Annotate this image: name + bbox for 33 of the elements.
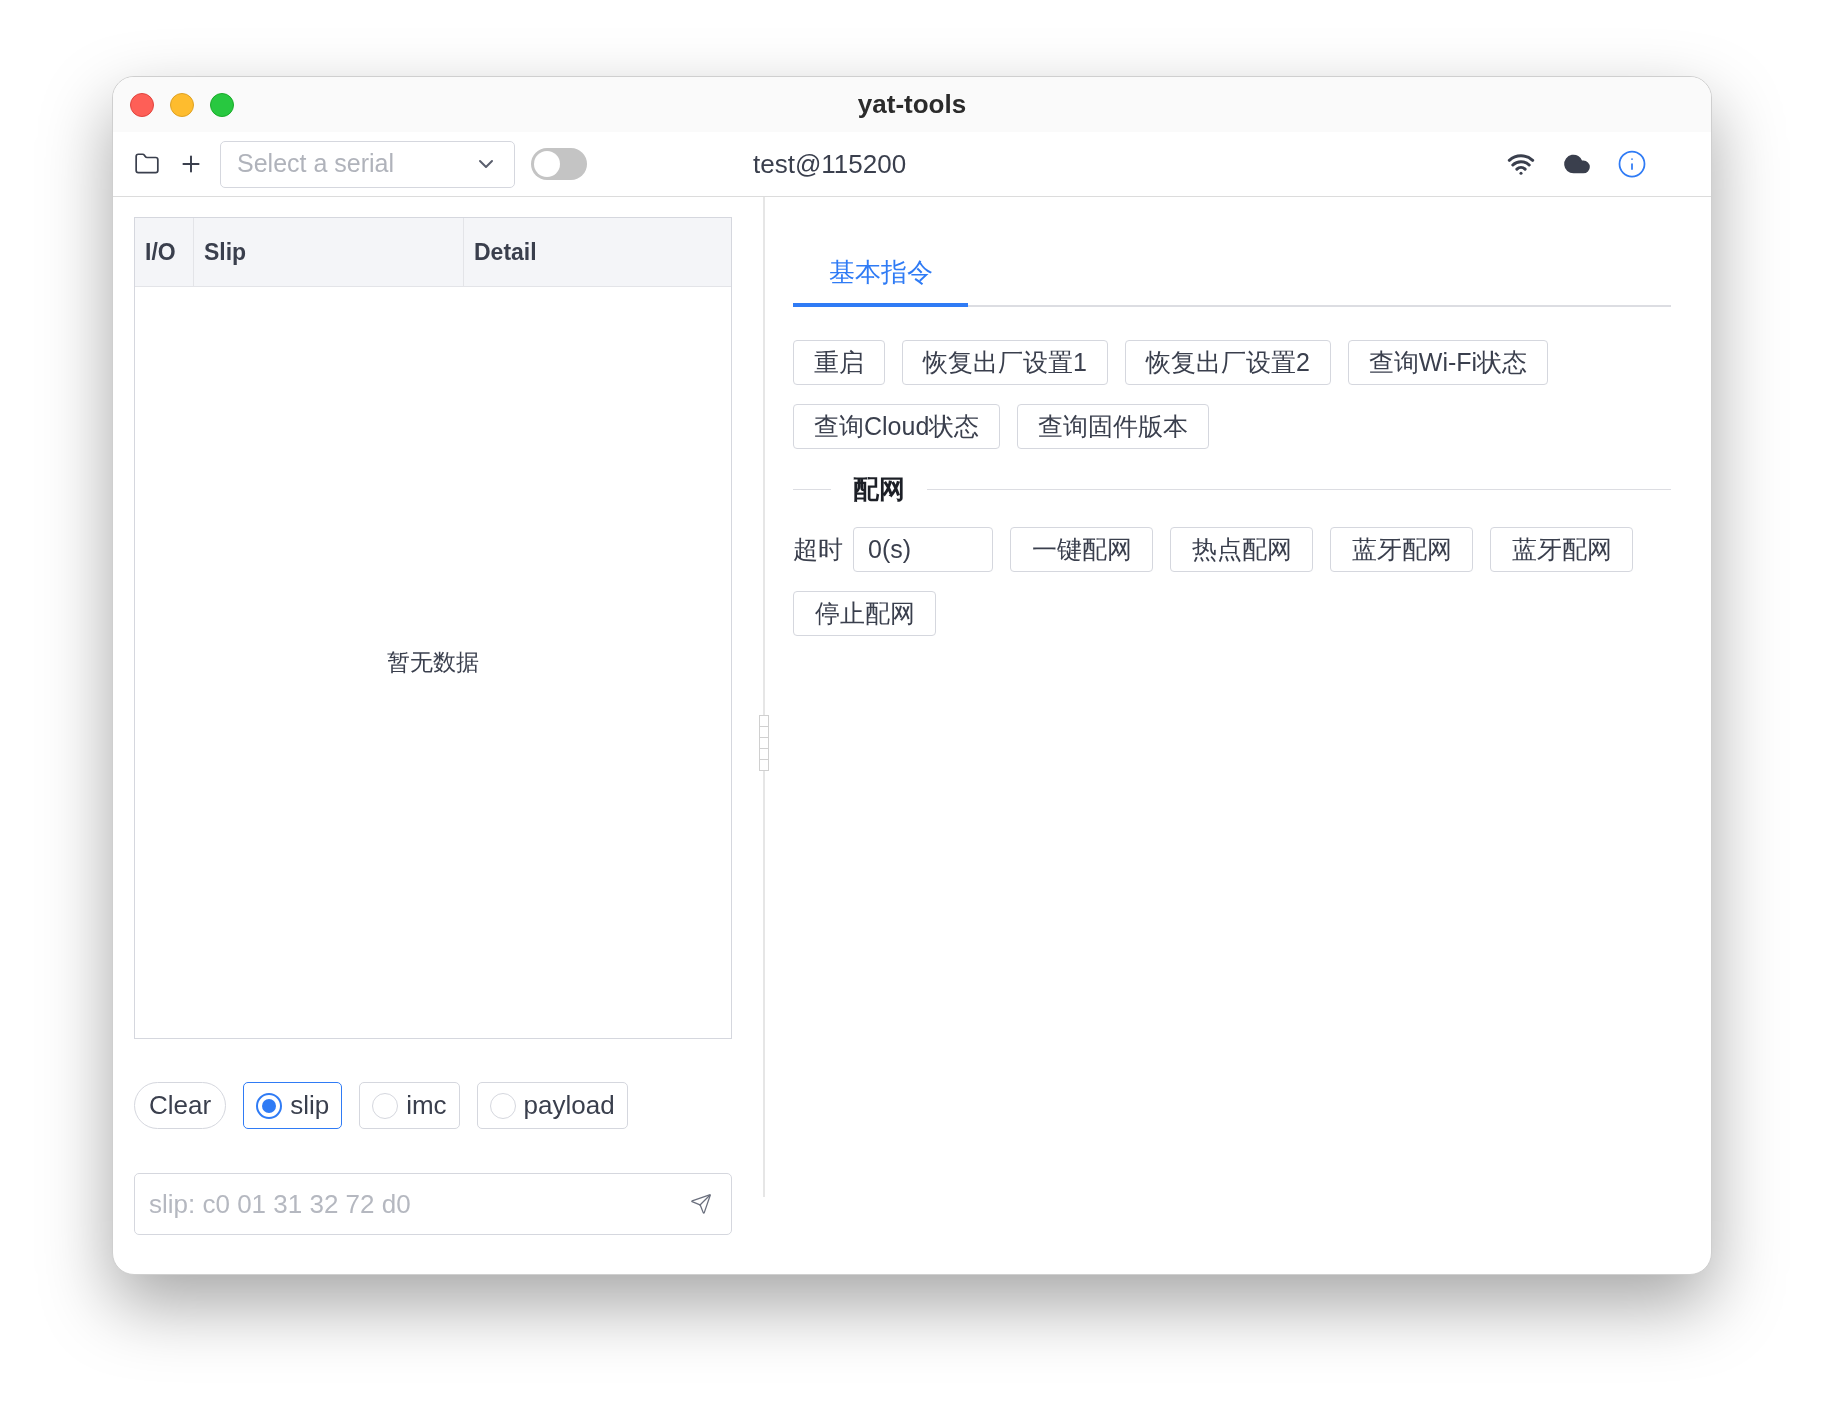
connect-toggle[interactable] <box>531 148 587 180</box>
close-window-button[interactable] <box>130 92 154 117</box>
network-button[interactable]: 一键配网 <box>1010 527 1153 572</box>
column-header: Slip <box>194 218 464 286</box>
window-title: yat-tools <box>857 88 967 121</box>
command-button[interactable]: 查询固件版本 <box>1017 404 1210 449</box>
tab[interactable]: 基本指令 <box>793 241 968 307</box>
command-button[interactable]: 查询Wi-Fi状态 <box>1347 340 1549 385</box>
command-button[interactable]: 查询Cloud状态 <box>793 404 1001 449</box>
command-button[interactable]: 恢复出厂设置2 <box>1124 340 1331 385</box>
empty-text: 暂无数据 <box>387 648 479 678</box>
info-icon[interactable] <box>1617 149 1647 179</box>
resize-handle[interactable] <box>759 715 769 771</box>
format-radio[interactable]: payload <box>476 1082 628 1129</box>
network-button[interactable]: 热点配网 <box>1170 527 1313 572</box>
send-field[interactable]: slip: c0 01 31 32 72 d0 <box>134 1173 732 1235</box>
format-radio[interactable]: slip <box>243 1082 343 1129</box>
timeout-label: 超时 <box>793 533 843 565</box>
column-header: Detail <box>473 237 538 267</box>
network-button[interactable]: 停止配网 <box>793 591 936 636</box>
timeout-field[interactable]: 0(s) <box>853 527 993 572</box>
folder-icon[interactable] <box>134 151 160 177</box>
network-button[interactable]: 蓝牙配网 <box>1490 527 1633 572</box>
connection-label: test@115200 <box>753 147 907 181</box>
send-icon[interactable] <box>690 1193 712 1215</box>
format-radio[interactable]: imc <box>359 1082 460 1129</box>
minimize-window-button[interactable] <box>170 92 194 117</box>
network-button[interactable]: 蓝牙配网 <box>1330 527 1473 572</box>
section-title: 配网 <box>852 472 906 506</box>
command-button[interactable]: 恢复出厂设置1 <box>902 340 1108 385</box>
command-button[interactable]: 重启 <box>793 340 885 385</box>
column-header: I/O <box>135 218 194 286</box>
maximize-window-button[interactable] <box>210 92 234 117</box>
